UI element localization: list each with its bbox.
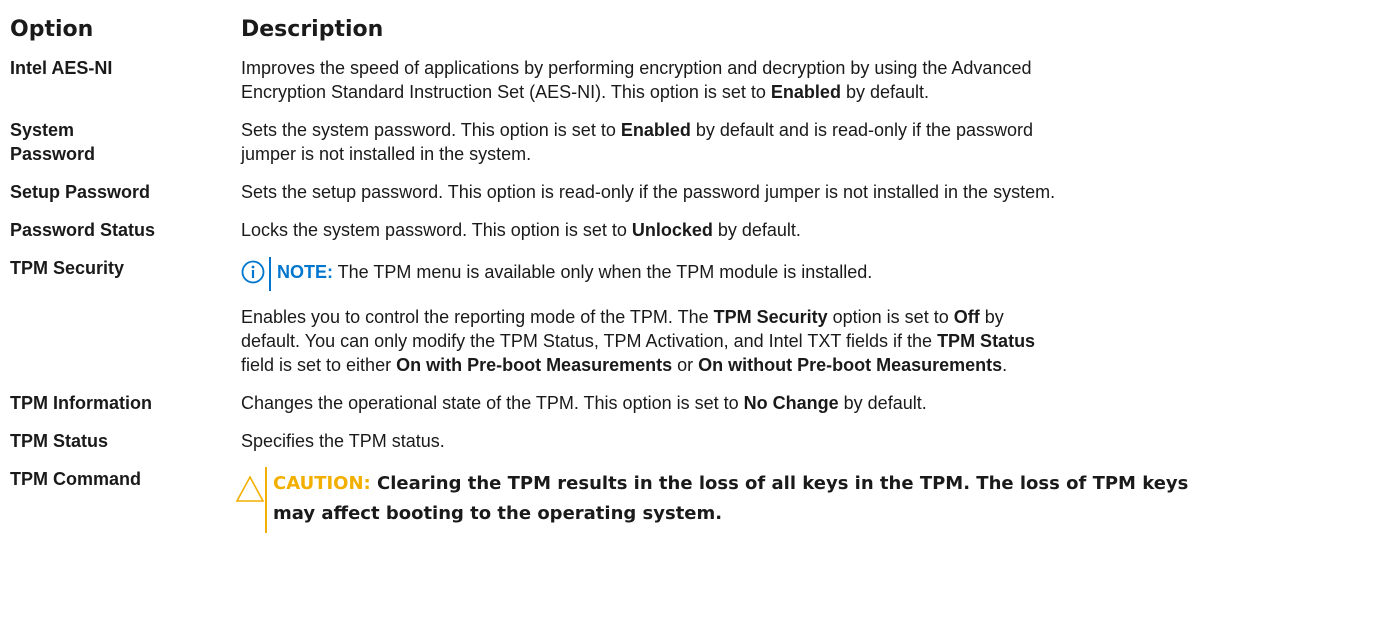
table-row: Password Status Locks the system passwor…: [10, 218, 1380, 242]
text-span: Locks the system password. This option i…: [241, 220, 632, 240]
description-line: jumper is not installed in the system.: [241, 144, 532, 164]
option-name: TPM Command: [10, 469, 142, 489]
caution-divider: [265, 467, 267, 533]
description-line: field is set to either On with Pre-boot …: [241, 353, 1380, 377]
option-name-line: System: [10, 120, 75, 140]
option-description: Sets the system password. This option is…: [241, 118, 1380, 166]
text-span: The TPM menu is available only when the …: [333, 262, 873, 282]
table-row: TPM Security NOTE: The TPM menu is avail…: [10, 256, 1380, 377]
option-description: Sets the setup password. This option is …: [241, 180, 1380, 204]
bios-options-table: Option Description Intel AES-NI Improves…: [0, 13, 1380, 533]
description-line: Changes the operational state of the TPM…: [241, 391, 1380, 415]
note-callout: NOTE: The TPM menu is available only whe…: [241, 257, 1380, 291]
text-span: by default.: [712, 220, 801, 240]
note-divider: [269, 257, 271, 291]
text-span: Sets the system password. This option is…: [241, 120, 621, 140]
description-line: Sets the system password. This option is…: [241, 118, 1380, 142]
option-name: Setup Password: [10, 182, 151, 202]
value-emphasis: Enabled: [770, 82, 841, 102]
text-span: by default.: [840, 82, 929, 102]
option-name: Password Status: [10, 220, 156, 240]
option-description: NOTE: The TPM menu is available only whe…: [241, 256, 1380, 377]
value-emphasis: On with Pre-boot Measurements: [396, 355, 673, 375]
text-span: option is set to: [827, 307, 954, 327]
description-paragraph: Enables you to control the reporting mod…: [241, 305, 1380, 377]
caution-callout: CAUTION: Clearing the TPM results in the…: [235, 467, 1380, 533]
text-span: .: [1002, 355, 1008, 375]
text-span: Enables you to control the reporting mod…: [241, 307, 714, 327]
description-line: Encryption Standard Instruction Set (AES…: [241, 80, 1380, 104]
info-circle-icon: [241, 260, 265, 284]
value-emphasis: Unlocked: [631, 220, 713, 240]
option-description: CAUTION: Clearing the TPM results in the…: [235, 467, 1380, 533]
text-span: Encryption Standard Instruction Set (AES…: [241, 82, 771, 102]
option-name: TPM Security: [10, 258, 125, 278]
option-name: System Password: [10, 118, 241, 166]
text-span: or: [672, 355, 699, 375]
description-line: Locks the system password. This option i…: [241, 218, 1380, 242]
description-line: Specifies the TPM status.: [241, 431, 445, 451]
table-row: Setup Password Sets the setup password. …: [10, 180, 1380, 204]
option-name: TPM Status: [10, 431, 109, 451]
warning-triangle-icon: [235, 475, 265, 502]
text-span: Changes the operational state of the TPM…: [241, 393, 744, 413]
value-emphasis: TPM Status: [937, 331, 1036, 351]
option-name-line: Password: [10, 144, 96, 164]
value-emphasis: Off: [953, 307, 980, 327]
option-column-header: Option: [10, 16, 94, 42]
text-span: by default.: [838, 393, 927, 413]
option-description: Changes the operational state of the TPM…: [241, 391, 1380, 415]
table-row: TPM Command CAUTION: Clearing the TPM re…: [10, 467, 1380, 533]
text-span: Clearing the TPM results in the loss of …: [370, 473, 1189, 494]
text-span: by: [979, 307, 1004, 327]
description-line: Sets the setup password. This option is …: [241, 182, 1056, 202]
value-emphasis: Enabled: [620, 120, 691, 140]
option-description: Locks the system password. This option i…: [241, 218, 1380, 242]
table-row: Intel AES-NI Improves the speed of appli…: [10, 56, 1380, 104]
option-description: Improves the speed of applications by pe…: [241, 56, 1380, 104]
text-span: by default and is read-only if the passw…: [690, 120, 1034, 140]
note-label: NOTE:: [277, 262, 333, 282]
text-span: default. You can only modify the TPM Sta…: [241, 331, 938, 351]
value-emphasis: No Change: [743, 393, 839, 413]
option-name: TPM Information: [10, 393, 152, 413]
caution-text: CAUTION: Clearing the TPM results in the…: [273, 469, 1188, 529]
caution-line: may affect booting to the operating syst…: [273, 503, 723, 524]
table-row: TPM Status Specifies the TPM status.: [10, 429, 1380, 453]
text-span: field is set to either: [241, 355, 397, 375]
description-line: default. You can only modify the TPM Sta…: [241, 329, 1380, 353]
option-description: Specifies the TPM status.: [241, 429, 1380, 453]
description-column-header: Description: [241, 16, 384, 42]
table-row: TPM Information Changes the operational …: [10, 391, 1380, 415]
value-emphasis: On without Pre-boot Measurements: [698, 355, 1003, 375]
caution-label: CAUTION:: [273, 473, 371, 494]
description-line: Improves the speed of applications by pe…: [241, 58, 1032, 78]
table-header: Option Description: [10, 13, 1380, 46]
option-name: Intel AES-NI: [10, 58, 113, 78]
description-line: Enables you to control the reporting mod…: [241, 305, 1380, 329]
value-emphasis: TPM Security: [713, 307, 828, 327]
caution-line: CAUTION: Clearing the TPM results in the…: [273, 469, 1188, 499]
table-row: System Password Sets the system password…: [10, 118, 1380, 166]
note-text: NOTE: The TPM menu is available only whe…: [277, 260, 872, 284]
